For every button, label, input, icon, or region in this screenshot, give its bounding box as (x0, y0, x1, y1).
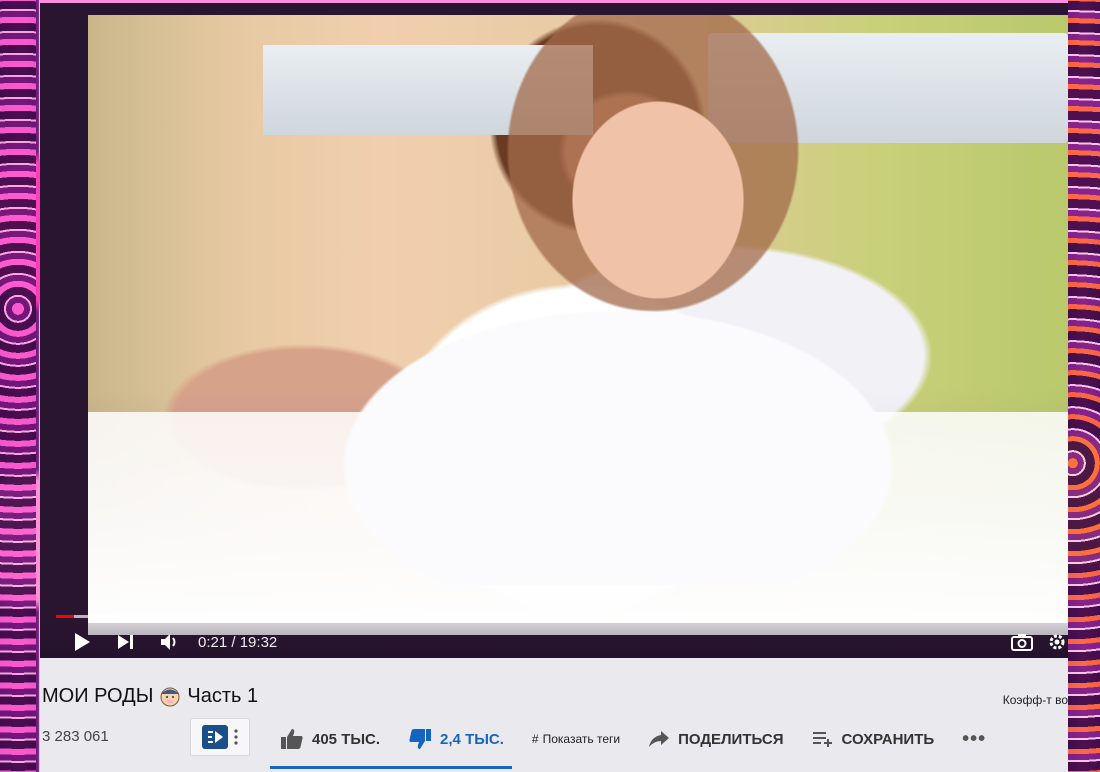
play-icon (75, 633, 90, 651)
screenshot-icon (1011, 634, 1033, 651)
settings-button[interactable] (1046, 625, 1068, 659)
extension-button[interactable] (190, 718, 250, 756)
volume-icon (161, 634, 176, 650)
dislike-count: 2,4 ТЫС. (440, 730, 504, 748)
more-button[interactable]: ••• (962, 720, 986, 758)
hash-icon: # (531, 732, 539, 746)
like-dislike-ratio-bar (270, 766, 512, 769)
coefficient-label: Коэфф-т во (1002, 693, 1068, 707)
like-count: 405 ТЫС. (312, 730, 381, 748)
view-count: 3 283 061 (42, 728, 109, 745)
like-button[interactable]: 405 ТЫС. (280, 720, 380, 758)
controls-right (980, 625, 1068, 659)
time-separator: / (227, 633, 240, 651)
progress-bar[interactable] (56, 615, 1068, 618)
share-icon (649, 731, 670, 747)
action-bar: 405 ТЫС. 2,4 ТЫС. # Показать теги ПОДЕЛИ… (270, 720, 1014, 758)
video-scene-blanket (298, 285, 938, 585)
settings-icon (1049, 634, 1065, 650)
current-time: 0:21 (198, 633, 228, 651)
share-label: ПОДЕЛИТЬСЯ (678, 730, 784, 748)
screenshot-button[interactable] (1002, 625, 1042, 659)
neon-decoration-right (1066, 0, 1100, 772)
duration: 19:32 (239, 633, 278, 651)
video-title: МОИ РОДЫ Часть 1 (42, 684, 258, 708)
progress-played (56, 615, 75, 618)
dislike-icon (409, 729, 432, 749)
extension-icon (202, 725, 228, 749)
player-controls: 0:21 / 19:32 (40, 623, 1068, 661)
save-label: СОХРАНИТЬ (841, 730, 935, 748)
show-tags-button[interactable]: # Показать теги (532, 720, 620, 758)
share-button[interactable]: ПОДЕЛИТЬСЯ (648, 720, 784, 758)
save-button[interactable]: СОХРАНИТЬ (812, 720, 935, 758)
baby-emoji-icon (157, 684, 183, 708)
video-player[interactable]: 0:21 / 19:32 (40, 0, 1068, 661)
video-scene-face (558, 85, 758, 315)
dislike-button[interactable]: 2,4 ТЫС. (408, 720, 504, 758)
video-info: МОИ РОДЫ Часть 1 Коэфф-т во 3 283 061 40… (40, 658, 1068, 772)
like-icon (281, 729, 303, 749)
play-button[interactable] (62, 625, 102, 659)
more-icon: ••• (962, 727, 987, 750)
next-icon (118, 635, 133, 649)
next-button[interactable] (106, 625, 146, 659)
video-title-suffix: Часть 1 (187, 684, 259, 707)
volume-button[interactable] (150, 625, 190, 659)
neon-decoration-left (0, 0, 36, 772)
show-tags-label: Показать теги (542, 732, 621, 746)
video-title-text: МОИ РОДЫ (42, 684, 154, 707)
playlist-add-icon (812, 732, 832, 747)
kebab-menu-icon (234, 729, 238, 745)
time-display: 0:21 / 19:32 (198, 634, 277, 651)
video-frame[interactable] (88, 15, 1068, 635)
